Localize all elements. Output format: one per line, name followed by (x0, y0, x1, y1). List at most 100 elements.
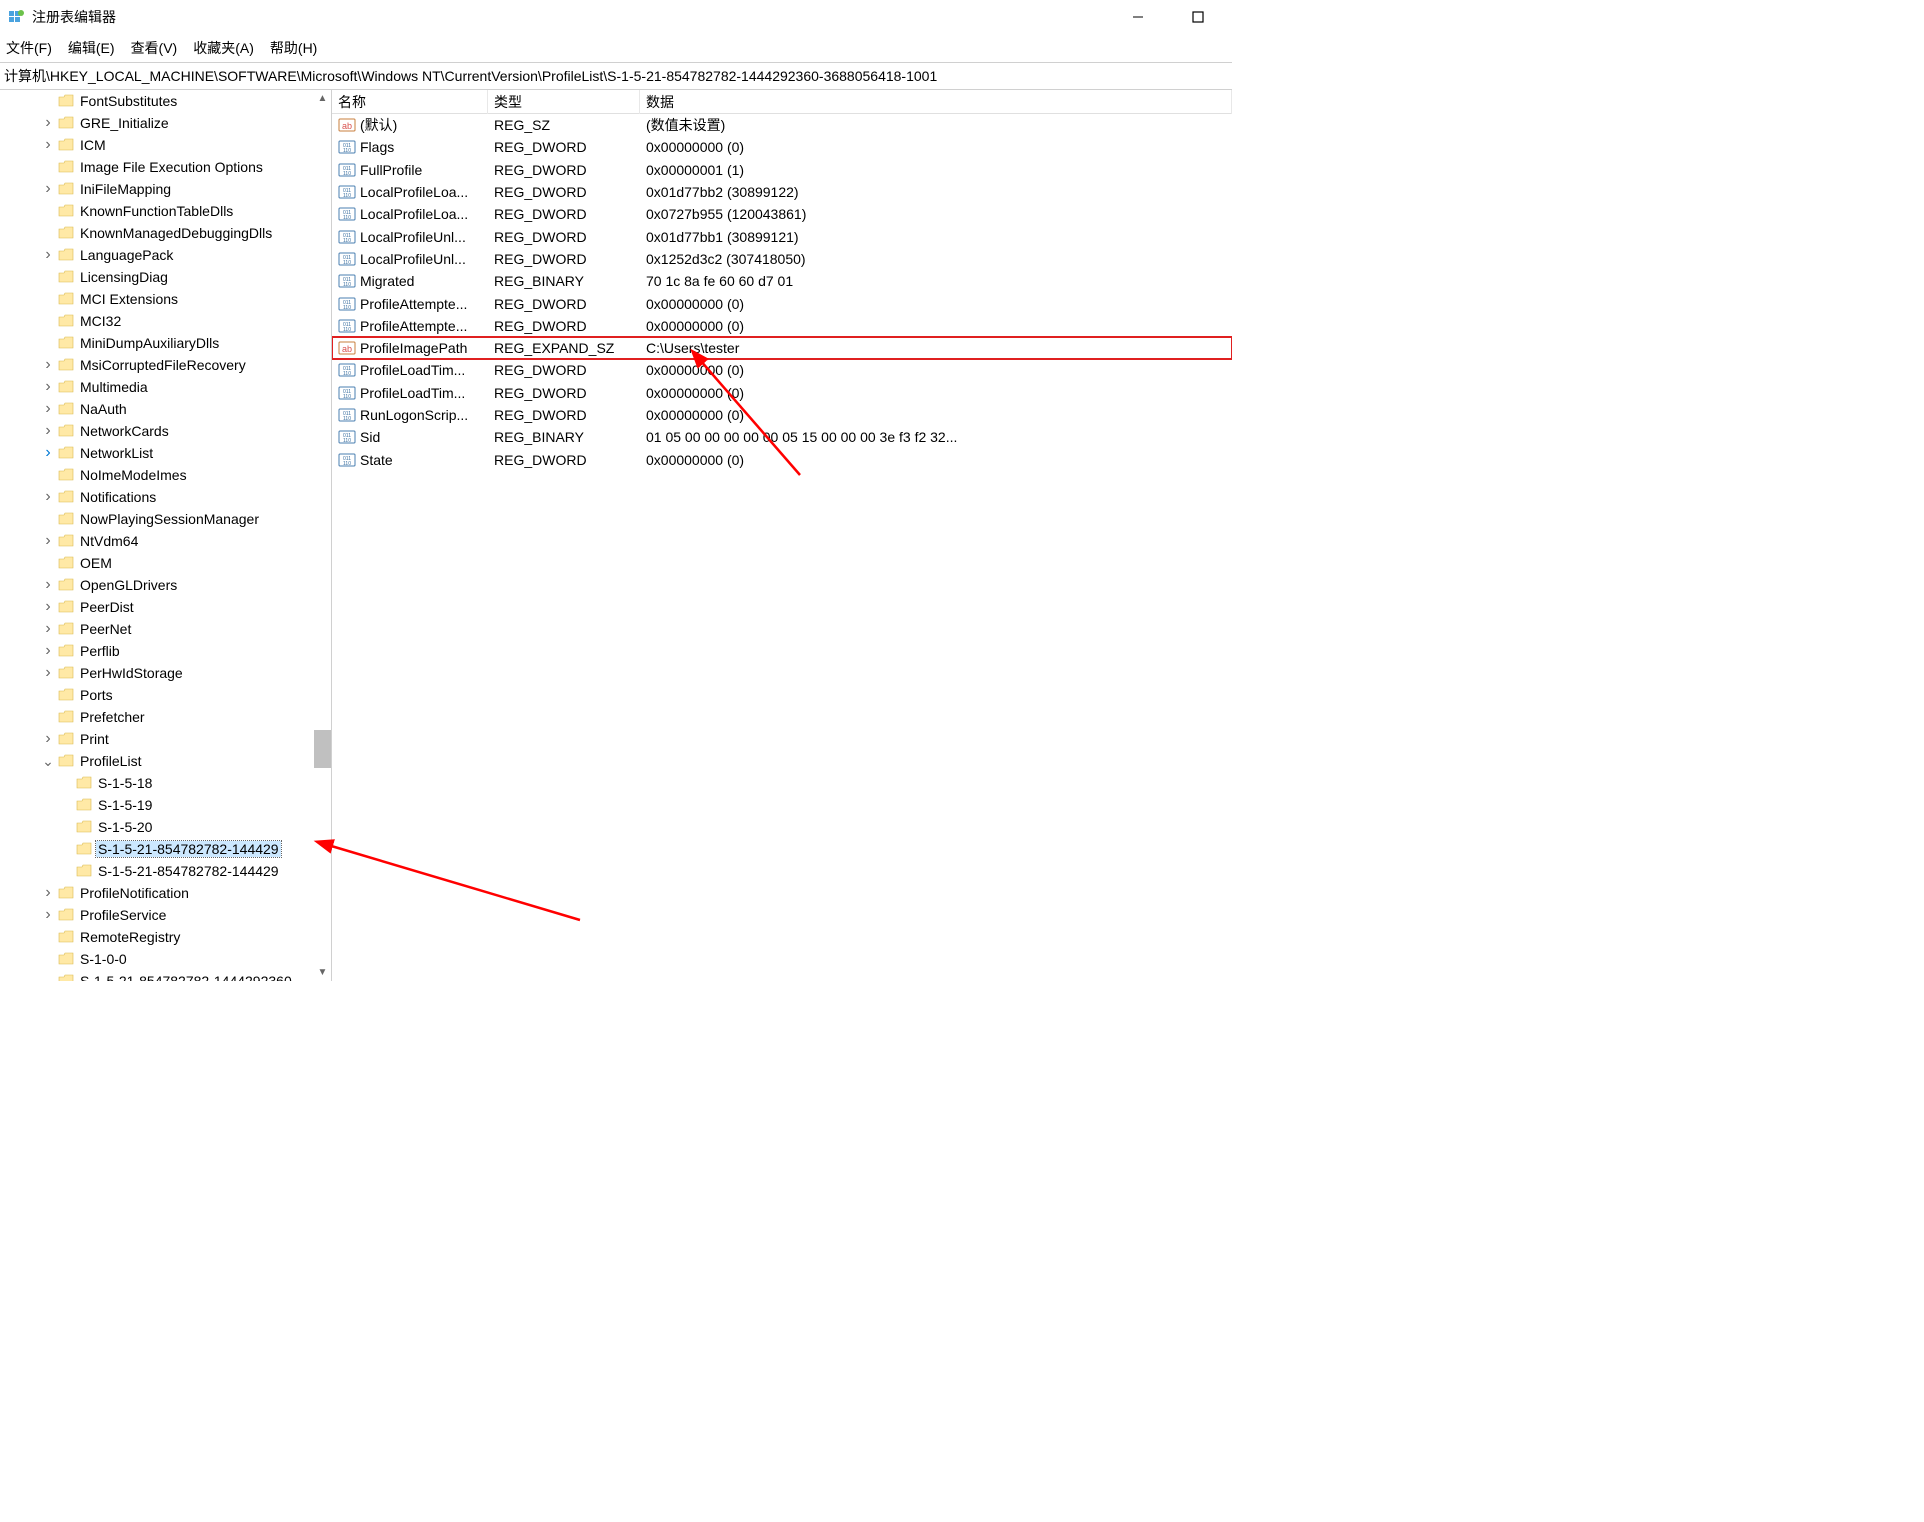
tree-item-label: OEM (78, 555, 114, 571)
tree-item[interactable]: S-1-5-18 (0, 772, 331, 794)
value-row[interactable]: 011110ProfileLoadTim...REG_DWORD0x000000… (332, 359, 1232, 381)
tree-item[interactable]: NaAuth (0, 398, 331, 420)
tree-item[interactable]: Image File Execution Options (0, 156, 331, 178)
svg-text:110: 110 (343, 171, 351, 177)
tree-item[interactable]: NowPlayingSessionManager (0, 508, 331, 530)
tree-item-label: MsiCorruptedFileRecovery (78, 357, 248, 373)
chevron-right-icon[interactable] (40, 906, 56, 924)
menu-view[interactable]: 查看(V) (131, 38, 178, 58)
chevron-right-icon[interactable] (40, 642, 56, 660)
value-row[interactable]: 011110FullProfileREG_DWORD0x00000001 (1) (332, 159, 1232, 181)
tree-scroll-down-button[interactable]: ▼ (314, 964, 331, 981)
tree-item[interactable]: S-1-5-19 (0, 794, 331, 816)
menu-favorites[interactable]: 收藏夹(A) (193, 38, 254, 58)
value-data: 01 05 00 00 00 00 00 05 15 00 00 00 3e f… (640, 429, 1232, 445)
tree-item[interactable]: PeerNet (0, 618, 331, 640)
tree-item[interactable]: Notifications (0, 486, 331, 508)
tree-item[interactable]: ICM (0, 134, 331, 156)
chevron-right-icon[interactable] (40, 532, 56, 550)
tree-item[interactable]: ProfileList (0, 750, 331, 772)
column-header-type[interactable]: 类型 (488, 90, 640, 114)
chevron-right-icon[interactable] (40, 356, 56, 374)
tree-item[interactable]: ProfileService (0, 904, 331, 926)
minimize-button[interactable] (1120, 3, 1156, 31)
tree-item[interactable]: Multimedia (0, 376, 331, 398)
value-row[interactable]: 011110FlagsREG_DWORD0x00000000 (0) (332, 136, 1232, 158)
tree-item[interactable]: Print (0, 728, 331, 750)
chevron-right-icon[interactable] (40, 576, 56, 594)
menu-edit[interactable]: 编辑(E) (68, 38, 115, 58)
tree-item[interactable]: RemoteRegistry (0, 926, 331, 948)
tree-item[interactable]: NtVdm64 (0, 530, 331, 552)
tree-item[interactable]: MsiCorruptedFileRecovery (0, 354, 331, 376)
tree-item[interactable]: PeerDist (0, 596, 331, 618)
tree-item[interactable]: S-1-5-21-854782782-144429 (0, 860, 331, 882)
tree-item[interactable]: NetworkCards (0, 420, 331, 442)
tree-item[interactable]: Perflib (0, 640, 331, 662)
tree-item[interactable]: Prefetcher (0, 706, 331, 728)
chevron-right-icon[interactable] (40, 136, 56, 154)
value-row[interactable]: 011110ProfileAttempte...REG_DWORD0x00000… (332, 292, 1232, 314)
chevron-right-icon[interactable] (40, 598, 56, 616)
chevron-right-icon[interactable] (40, 180, 56, 198)
tree-item[interactable]: KnownManagedDebuggingDlls (0, 222, 331, 244)
tree-item[interactable]: ProfileNotification (0, 882, 331, 904)
tree-item[interactable]: KnownFunctionTableDlls (0, 200, 331, 222)
chevron-right-icon[interactable] (40, 884, 56, 902)
tree-item[interactable]: S-1-5-20 (0, 816, 331, 838)
value-data: 70 1c 8a fe 60 60 d7 01 (640, 273, 1232, 289)
chevron-right-icon[interactable] (40, 400, 56, 418)
tree-item[interactable]: MCI32 (0, 310, 331, 332)
value-row[interactable]: abProfileImagePathREG_EXPAND_SZC:\Users\… (332, 337, 1232, 359)
tree-item[interactable]: MiniDumpAuxiliaryDlls (0, 332, 331, 354)
column-header-name[interactable]: 名称 (332, 90, 488, 114)
value-row[interactable]: 011110ProfileLoadTim...REG_DWORD0x000000… (332, 382, 1232, 404)
menu-file[interactable]: 文件(F) (6, 38, 52, 58)
chevron-right-icon[interactable] (40, 444, 56, 462)
chevron-right-icon[interactable] (40, 620, 56, 638)
value-row[interactable]: ab(默认)REG_SZ(数值未设置) (332, 114, 1232, 136)
tree-pane[interactable]: FontSubstitutesGRE_InitializeICMImage Fi… (0, 90, 332, 981)
value-row[interactable]: 011110RunLogonScrip...REG_DWORD0x0000000… (332, 404, 1232, 426)
tree-item[interactable]: PerHwIdStorage (0, 662, 331, 684)
tree-item[interactable]: NoImeModeImes (0, 464, 331, 486)
tree-item[interactable]: IniFileMapping (0, 178, 331, 200)
tree-item[interactable]: NetworkList (0, 442, 331, 464)
value-type: REG_DWORD (488, 318, 640, 334)
tree-item[interactable]: S-1-0-0 (0, 948, 331, 970)
value-row[interactable]: 011110SidREG_BINARY01 05 00 00 00 00 00 … (332, 426, 1232, 448)
chevron-right-icon[interactable] (40, 488, 56, 506)
chevron-right-icon[interactable] (40, 378, 56, 396)
tree-item[interactable]: S-1-5-21-854782782-144429 (0, 838, 331, 860)
value-row[interactable]: 011110LocalProfileLoa...REG_DWORD0x0727b… (332, 203, 1232, 225)
tree-item[interactable]: S-1-5-21-854782782-1444292360 (0, 970, 331, 981)
tree-item[interactable]: GRE_Initialize (0, 112, 331, 134)
tree-item[interactable]: LicensingDiag (0, 266, 331, 288)
value-row[interactable]: 011110StateREG_DWORD0x00000000 (0) (332, 448, 1232, 470)
chevron-down-icon[interactable] (40, 753, 56, 770)
value-row[interactable]: 011110LocalProfileUnl...REG_DWORD0x01d77… (332, 225, 1232, 247)
tree-item[interactable]: OEM (0, 552, 331, 574)
value-row[interactable]: 011110MigratedREG_BINARY70 1c 8a fe 60 6… (332, 270, 1232, 292)
tree-item[interactable]: FontSubstitutes (0, 90, 331, 112)
column-header-data[interactable]: 数据 (640, 90, 1232, 114)
chevron-right-icon[interactable] (40, 664, 56, 682)
tree-item[interactable]: MCI Extensions (0, 288, 331, 310)
chevron-right-icon[interactable] (40, 730, 56, 748)
tree-item[interactable]: Ports (0, 684, 331, 706)
value-row[interactable]: 011110ProfileAttempte...REG_DWORD0x00000… (332, 315, 1232, 337)
tree-scroll-up-button[interactable]: ▲ (314, 90, 331, 107)
chevron-right-icon[interactable] (40, 422, 56, 440)
chevron-right-icon[interactable] (40, 246, 56, 264)
menu-help[interactable]: 帮助(H) (270, 38, 317, 58)
chevron-right-icon[interactable] (40, 114, 56, 132)
tree-scroll-thumb[interactable] (314, 730, 331, 768)
tree-item[interactable]: LanguagePack (0, 244, 331, 266)
address-bar[interactable]: 计算机\HKEY_LOCAL_MACHINE\SOFTWARE\Microsof… (0, 62, 1232, 90)
value-row[interactable]: 011110LocalProfileUnl...REG_DWORD0x1252d… (332, 248, 1232, 270)
value-row[interactable]: 011110LocalProfileLoa...REG_DWORD0x01d77… (332, 181, 1232, 203)
tree-item-label: MCI Extensions (78, 291, 180, 307)
tree-item[interactable]: OpenGLDrivers (0, 574, 331, 596)
maximize-button[interactable] (1180, 3, 1216, 31)
values-pane[interactable]: 名称 类型 数据 ab(默认)REG_SZ(数值未设置)011110FlagsR… (332, 90, 1232, 981)
